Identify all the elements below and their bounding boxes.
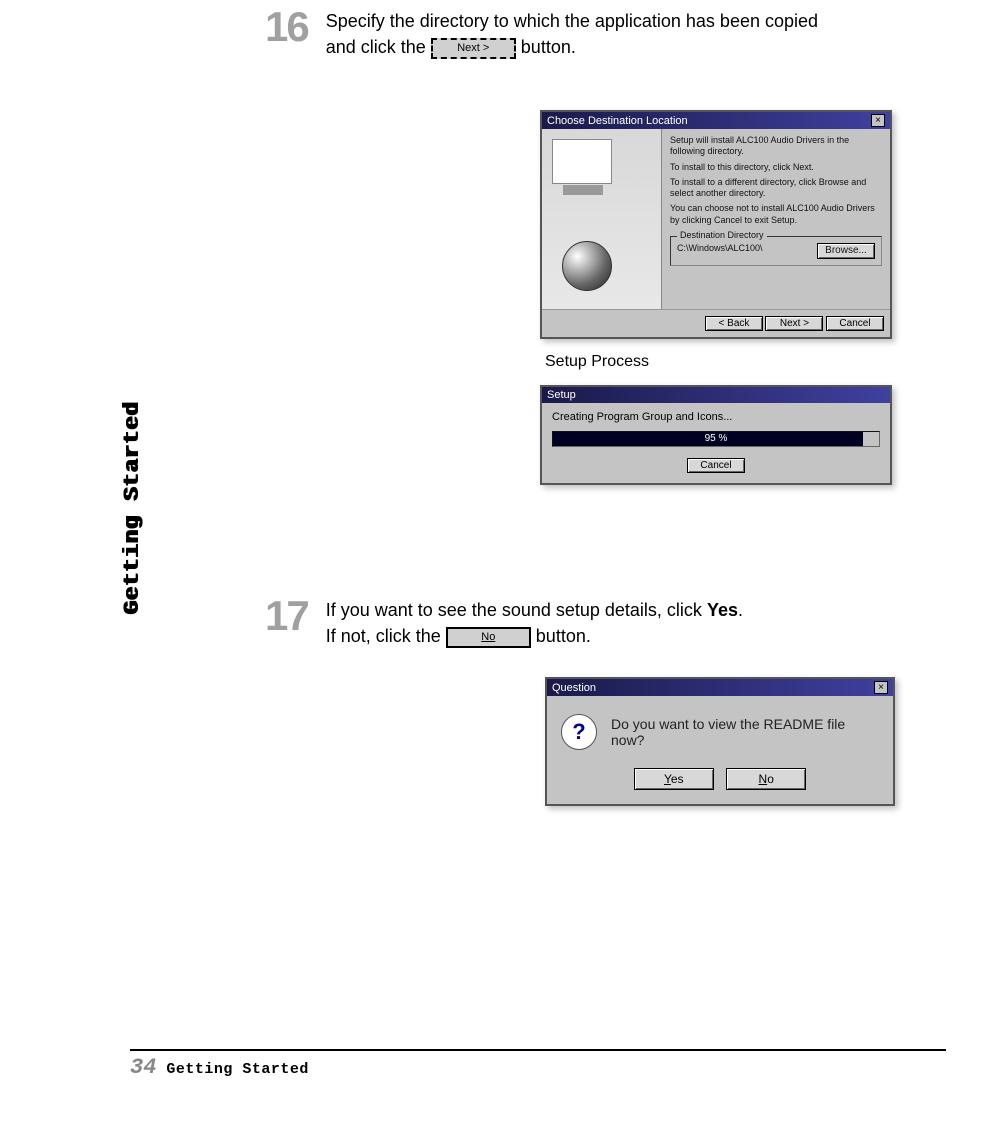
no-underline: No bbox=[481, 631, 495, 643]
next-button[interactable]: Next > bbox=[765, 316, 823, 331]
progress-remaining bbox=[863, 432, 879, 446]
globe-icon bbox=[562, 241, 612, 291]
no-rest: o bbox=[767, 772, 774, 786]
back-button[interactable]: < Back bbox=[705, 316, 763, 331]
page-title: Getting Started bbox=[166, 1061, 309, 1078]
step-number: 16 bbox=[265, 6, 308, 48]
no-button-inline[interactable]: No bbox=[446, 627, 531, 648]
setup-process-caption: Setup Process bbox=[545, 353, 986, 371]
progress-bar: 95 % bbox=[552, 431, 880, 447]
no-button[interactable]: No bbox=[726, 768, 806, 790]
close-icon[interactable]: × bbox=[871, 114, 885, 127]
destination-box: Destination Directory C:\Windows\ALC100\… bbox=[670, 236, 882, 267]
wizard-text-1: Setup will install ALC100 Audio Drivers … bbox=[670, 135, 882, 158]
step16-line2b: button. bbox=[521, 37, 576, 57]
footer-rule bbox=[130, 1049, 946, 1051]
page-footer: 34 Getting Started bbox=[130, 1049, 946, 1080]
next-button-inline[interactable]: Next > bbox=[431, 38, 516, 59]
browse-button[interactable]: Browse... bbox=[817, 243, 875, 260]
step17-line1c: . bbox=[738, 600, 743, 620]
no-underline: N bbox=[759, 772, 768, 786]
window-title: Choose Destination Location bbox=[547, 115, 688, 127]
destination-legend: Destination Directory bbox=[677, 230, 767, 241]
titlebar: Setup bbox=[542, 387, 890, 403]
close-icon[interactable]: × bbox=[874, 681, 888, 694]
step-text: If you want to see the sound setup detai… bbox=[326, 595, 743, 649]
question-dialog: Question × ? Do you want to view the REA… bbox=[545, 677, 895, 806]
step-16: 16 Specify the directory to which the ap… bbox=[265, 6, 986, 60]
step-17: 17 If you want to see the sound setup de… bbox=[265, 595, 986, 649]
step17-yes: Yes bbox=[707, 600, 738, 620]
yes-underline: Y bbox=[664, 772, 671, 786]
window-title: Setup bbox=[547, 389, 576, 401]
yes-button[interactable]: Yes bbox=[634, 768, 714, 790]
page-number: 34 bbox=[130, 1055, 156, 1080]
step-text: Specify the directory to which the appli… bbox=[326, 6, 818, 60]
side-tab: Getting Started bbox=[120, 401, 145, 614]
step17-line2b: button. bbox=[536, 626, 591, 646]
wizard-text-4: You can choose not to install ALC100 Aud… bbox=[670, 203, 882, 226]
wizard-text-2: To install to this directory, click Next… bbox=[670, 162, 882, 173]
step17-line2a: If not, click the bbox=[326, 626, 446, 646]
progress-status: Creating Program Group and Icons... bbox=[552, 411, 880, 423]
cancel-button[interactable]: Cancel bbox=[687, 458, 745, 473]
choose-destination-window: Choose Destination Location × Setup will… bbox=[540, 110, 892, 339]
cancel-button[interactable]: Cancel bbox=[826, 316, 884, 331]
step16-line2a: and click the bbox=[326, 37, 431, 57]
step-number: 17 bbox=[265, 595, 308, 637]
titlebar: Question × bbox=[547, 679, 893, 696]
wizard-text-3: To install to a different directory, cli… bbox=[670, 177, 882, 200]
step16-line1: Specify the directory to which the appli… bbox=[326, 11, 818, 31]
yes-rest: es bbox=[671, 772, 684, 786]
setup-progress-window: Setup Creating Program Group and Icons..… bbox=[540, 385, 892, 485]
computer-icon bbox=[552, 139, 612, 184]
titlebar: Choose Destination Location × bbox=[542, 112, 890, 129]
wizard-graphic bbox=[542, 129, 662, 309]
step17-line1a: If you want to see the sound setup detai… bbox=[326, 600, 707, 620]
destination-path: C:\Windows\ALC100\ bbox=[677, 243, 763, 253]
question-message: Do you want to view the README file now? bbox=[611, 716, 879, 748]
window-title: Question bbox=[552, 682, 596, 694]
progress-percent: 95 % bbox=[705, 433, 728, 444]
question-icon: ? bbox=[561, 714, 597, 750]
